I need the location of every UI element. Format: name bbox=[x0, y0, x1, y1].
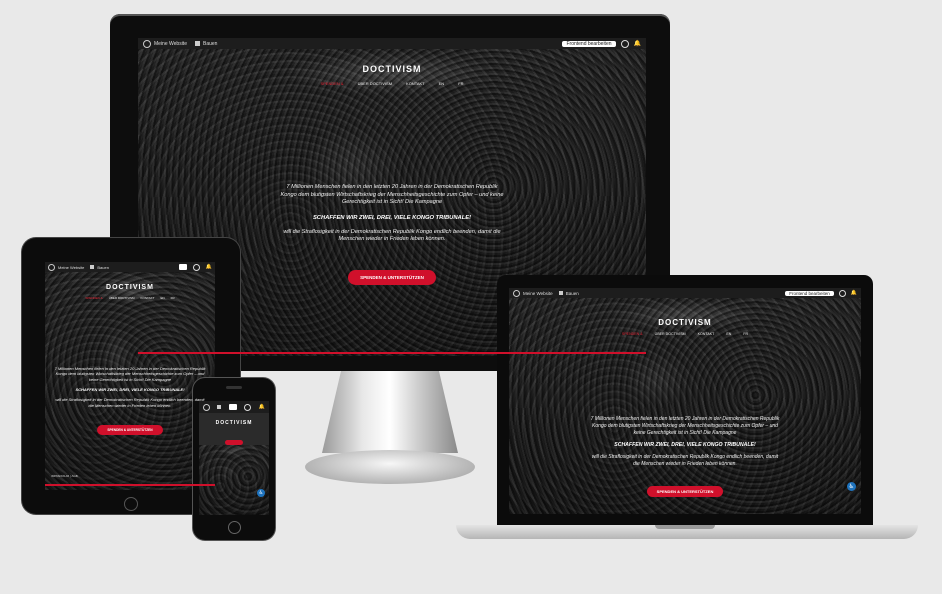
edit-frontend-icon[interactable] bbox=[228, 404, 237, 410]
nav-item-about[interactable]: ÜBER DOCTIVISM bbox=[109, 296, 135, 300]
hero-goal: will die Straflosigkeit in der Demokrati… bbox=[283, 228, 501, 243]
phone-home-button bbox=[228, 521, 241, 534]
wordpress-icon bbox=[143, 39, 151, 48]
settings-icon[interactable] bbox=[620, 39, 629, 48]
donate-button[interactable]: SPENDEN & UNTERSTÜTZEN bbox=[646, 485, 724, 497]
nav-item-fr[interactable]: FR bbox=[458, 81, 463, 86]
nav-item-contact[interactable]: KONTAKT bbox=[141, 296, 155, 300]
edit-frontend-button[interactable]: Frontend bearbeiten bbox=[785, 290, 834, 296]
bell-icon[interactable]: 🔔 bbox=[851, 290, 857, 296]
tablet-screen: Meine Website Bauen 🔔 DOCTIVISM SPENDEN … bbox=[45, 262, 215, 490]
menu-toggle-button[interactable] bbox=[225, 440, 243, 445]
tablet-home-button bbox=[124, 497, 138, 511]
main-nav: SPENDEN & ÜBER DOCTIVISM KONTAKT EN FR bbox=[509, 332, 861, 336]
settings-icon[interactable] bbox=[244, 403, 252, 411]
accessibility-icon[interactable]: ♿ bbox=[257, 489, 265, 497]
plus-icon bbox=[90, 265, 95, 269]
footer-accent-bar bbox=[138, 352, 646, 354]
nav-item-about[interactable]: ÜBER DOCTIVISM bbox=[655, 332, 686, 336]
site-header: DOCTIVISM SPENDEN & ÜBER DOCTIVISM KONTA… bbox=[138, 64, 646, 86]
wordpress-icon bbox=[48, 263, 55, 271]
site-logo[interactable]: DOCTIVISM bbox=[45, 284, 215, 291]
hero-intro: 7 Millionen Menschen fielen in den letzt… bbox=[54, 366, 206, 382]
hero-headline: SCHAFFEN WIR ZWEI, DREI, VIELE KONGO TRI… bbox=[312, 214, 472, 221]
main-nav: SPENDEN & ÜBER DOCTIVISM KONTAKT EN FR bbox=[138, 81, 646, 86]
site-header: DOCTIVISM SPENDEN & ÜBER DOCTIVISM KONTA… bbox=[45, 284, 215, 300]
hero-intro: 7 Millionen Menschen fielen in den letzt… bbox=[280, 184, 504, 206]
donate-button[interactable]: SPENDEN & UNTERSTÜTZEN bbox=[348, 269, 436, 285]
nav-item-donate[interactable]: SPENDEN & bbox=[85, 296, 102, 300]
admin-new-link[interactable]: Bauen bbox=[90, 265, 109, 270]
tablet-footer[interactable]: IMPRESSUM | AGB bbox=[51, 474, 78, 478]
accessibility-icon[interactable]: ♿ bbox=[847, 482, 856, 491]
hero-background bbox=[199, 445, 269, 515]
nav-item-en[interactable]: EN bbox=[439, 81, 445, 86]
admin-bar: Meine Website Bauen Frontend bearbeiten … bbox=[138, 38, 646, 49]
hero-content: 7 Millionen Menschen fielen in den letzt… bbox=[509, 416, 861, 498]
nav-item-fr[interactable]: FR bbox=[743, 332, 748, 336]
admin-site-link[interactable]: Meine Website bbox=[513, 289, 553, 297]
monitor-base bbox=[305, 450, 475, 484]
site-header: DOCTIVISM bbox=[199, 420, 269, 450]
admin-new-link[interactable]: Bauen bbox=[558, 291, 579, 296]
nav-item-contact[interactable]: KONTAKT bbox=[406, 81, 425, 86]
hero-goal: will die Straflosigkeit in der Demokrati… bbox=[591, 454, 779, 467]
admin-bar: Meine Website Bauen Frontend bearbeiten … bbox=[509, 288, 861, 298]
site-logo[interactable]: DOCTIVISM bbox=[138, 64, 646, 74]
hero-goal: will die Straflosigkeit in der Demokrati… bbox=[55, 397, 205, 408]
admin-site-link[interactable]: Meine Website bbox=[143, 39, 187, 48]
site-logo[interactable]: DOCTIVISM bbox=[199, 420, 269, 426]
hero-content: 7 Millionen Menschen fielen in den letzt… bbox=[138, 184, 646, 285]
edit-frontend-button[interactable]: Frontend bearbeiten bbox=[562, 40, 616, 47]
hero-headline: SCHAFFEN WIR ZWEI, DREI, VIELE KONGO TRI… bbox=[614, 442, 756, 449]
nav-item-donate[interactable]: SPENDEN & bbox=[320, 81, 343, 86]
main-nav: SPENDEN & ÜBER DOCTIVISM KONTAKT EN FR bbox=[45, 296, 215, 300]
nav-item-about[interactable]: ÜBER DOCTIVISM bbox=[358, 81, 392, 86]
monitor-stand bbox=[322, 371, 458, 453]
admin-site-link[interactable]: Meine Website bbox=[48, 263, 84, 271]
bell-icon[interactable]: 🔔 bbox=[259, 404, 265, 410]
nav-item-donate[interactable]: SPENDEN & bbox=[622, 332, 643, 336]
laptop-screen: Meine Website Bauen Frontend bearbeiten … bbox=[509, 288, 861, 514]
donate-button[interactable]: SPENDEN & UNTERSTÜTZEN bbox=[97, 424, 163, 435]
footer-accent-bar bbox=[45, 484, 215, 486]
hero-headline: SCHAFFEN WIR ZWEI, DREI, VIELE KONGO TRI… bbox=[75, 387, 185, 393]
wordpress-icon bbox=[513, 289, 520, 297]
laptop-notch bbox=[655, 525, 715, 529]
nav-item-contact[interactable]: KONTAKT bbox=[698, 332, 715, 336]
site-logo[interactable]: DOCTIVISM bbox=[509, 318, 861, 327]
phone-speaker bbox=[226, 386, 242, 389]
hero-content: 7 Millionen Menschen fielen in den letzt… bbox=[45, 366, 215, 436]
plus-icon[interactable] bbox=[217, 405, 222, 409]
bell-icon[interactable]: 🔔 bbox=[634, 40, 641, 47]
plus-icon bbox=[194, 41, 200, 46]
site-header: DOCTIVISM SPENDEN & ÜBER DOCTIVISM KONTA… bbox=[509, 318, 861, 336]
nav-item-en[interactable]: EN bbox=[160, 296, 164, 300]
nav-item-en[interactable]: EN bbox=[726, 332, 731, 336]
plus-icon bbox=[558, 291, 563, 295]
admin-new-link[interactable]: Bauen bbox=[194, 41, 217, 47]
nav-item-fr[interactable]: FR bbox=[171, 296, 175, 300]
settings-icon[interactable] bbox=[838, 289, 846, 297]
hero-intro: 7 Millionen Menschen fielen in den letzt… bbox=[590, 416, 780, 436]
